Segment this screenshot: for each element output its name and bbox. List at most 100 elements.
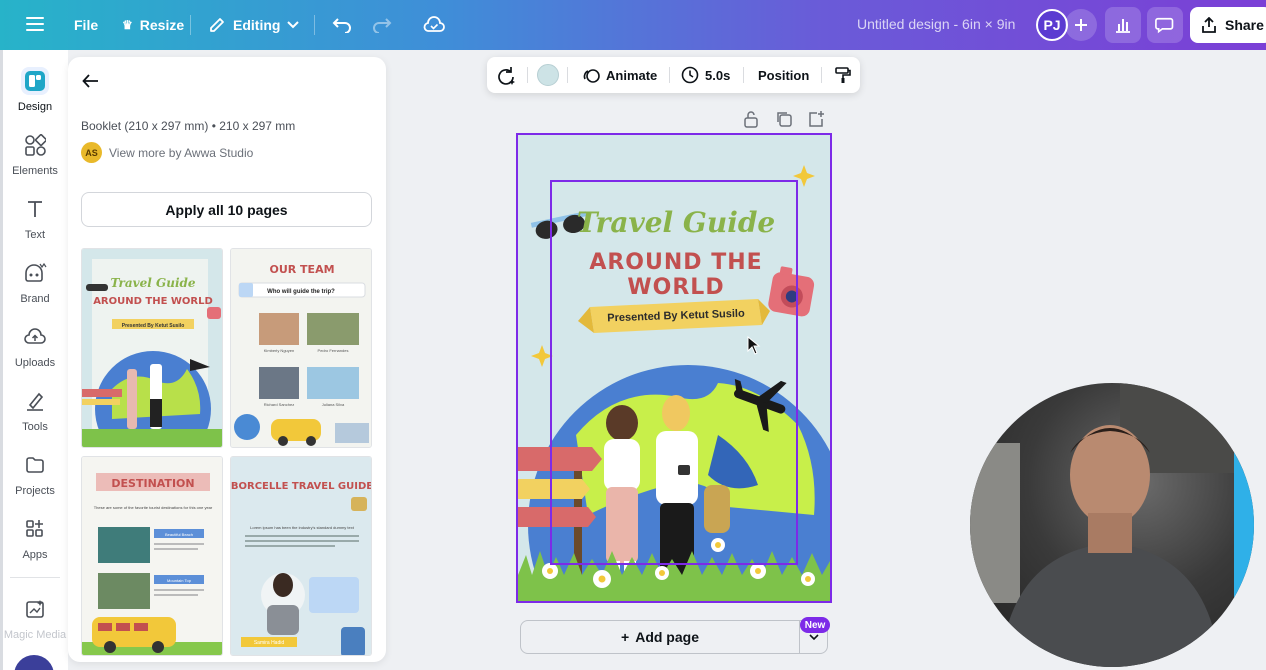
rail-label-elements: Elements <box>12 165 58 177</box>
template-detail-panel: Booklet (210 x 297 mm) • 210 x 297 mm AS… <box>68 57 386 662</box>
user-avatar[interactable]: PJ <box>1036 9 1068 41</box>
thumb-destination-intro: These are some of the favorite tourist d… <box>94 505 213 510</box>
rail-item-elements[interactable]: Elements <box>3 131 67 177</box>
design-page[interactable] <box>518 135 830 601</box>
thumb-team-name-1: Kimberly Nguyen <box>264 348 294 353</box>
page-headline-line-1: AROUND THE <box>589 250 763 275</box>
rail-item-brand[interactable]: Brand <box>3 259 67 305</box>
document-title[interactable]: Untitled design - 6in × 9in <box>857 16 1015 32</box>
page-script-title[interactable]: Travel Guide <box>518 206 834 239</box>
thumb-borcelle-title: BORCELLE TRAVEL GUIDE <box>231 481 372 492</box>
thumb-team-name-3: Richard Sanchez <box>264 402 294 407</box>
thumb-cover-subtitle: Presented By Ketut Susilo <box>122 323 185 329</box>
thumb-borcelle-caption: Lorem ipsum has been the industry's stan… <box>250 525 355 530</box>
uploads-icon <box>21 323 49 351</box>
comment-icon <box>1155 17 1174 34</box>
template-thumbnail-our-team[interactable]: OUR TEAM Who will guide the trip? Kimber… <box>230 248 372 448</box>
insights-button[interactable] <box>1105 7 1141 43</box>
thumb-borcelle-name: Samira Hadid <box>254 640 285 646</box>
magic-assistant-icon[interactable] <box>14 655 54 670</box>
lock-page-button[interactable] <box>743 110 759 133</box>
position-button[interactable]: Position <box>758 68 809 83</box>
arrow-left-icon <box>82 74 98 88</box>
apps-icon <box>21 515 49 543</box>
paint-roller-icon <box>835 67 851 83</box>
comments-button[interactable] <box>1147 7 1183 43</box>
rail-label-projects: Projects <box>15 485 55 497</box>
thumb-cover-title: Travel Guide <box>110 276 195 290</box>
left-rail: Design Elements Text Brand Uploads Tools <box>0 50 68 670</box>
redo-button[interactable] <box>372 15 392 33</box>
copy-style-button[interactable] <box>834 66 852 84</box>
rail-item-projects[interactable]: Projects <box>3 451 67 497</box>
author-link[interactable]: View more by Awwa Studio <box>109 146 253 160</box>
bar-chart-icon <box>1116 19 1130 33</box>
add-page-icon <box>809 111 824 127</box>
rail-item-text[interactable]: Text <box>3 195 67 241</box>
webcam-overlay <box>970 383 1254 667</box>
share-button[interactable]: Share <box>1190 7 1266 43</box>
duration-label: 5.0s <box>705 67 731 83</box>
mouse-cursor-icon <box>747 336 761 355</box>
text-icon <box>21 195 49 223</box>
duplicate-page-button[interactable] <box>775 110 793 133</box>
rail-label-apps: Apps <box>22 549 48 561</box>
editing-mode-dropdown[interactable]: Editing <box>208 16 300 34</box>
redo-icon <box>373 18 392 33</box>
hamburger-icon <box>26 17 44 31</box>
ai-edit-button[interactable] <box>496 66 516 86</box>
chevron-down-icon <box>809 633 819 640</box>
resize-button[interactable]: ♛ Resize <box>122 17 184 33</box>
projects-icon <box>21 451 49 479</box>
file-label: File <box>74 17 99 33</box>
back-button[interactable] <box>82 73 100 94</box>
rail-label-tools: Tools <box>22 421 48 433</box>
editing-label: Editing <box>233 17 281 33</box>
duration-button[interactable]: 5.0s <box>681 66 730 84</box>
undo-button[interactable] <box>332 15 352 33</box>
animate-label: Animate <box>606 67 658 83</box>
thumb-destination-title: DESTINATION <box>111 477 194 490</box>
cloud-save-button[interactable] <box>423 15 445 33</box>
thumb-team-title: OUR TEAM <box>269 263 334 276</box>
template-thumbnail-destination[interactable]: DESTINATION These are some of the favori… <box>81 456 223 656</box>
rail-label-uploads: Uploads <box>14 357 56 369</box>
top-bar: File ♛ Resize Editing Untitled design - … <box>0 0 1266 50</box>
page-headline[interactable]: AROUND THE WORLD <box>518 250 834 300</box>
animate-button[interactable]: Animate <box>582 66 657 84</box>
thumb-team-search: Who will guide the trip? <box>267 289 335 295</box>
new-badge: New <box>800 617 830 633</box>
apply-all-pages-button[interactable]: Apply all 10 pages <box>81 192 372 227</box>
page-headline-line-2: WORLD <box>627 275 725 300</box>
add-page-button[interactable]: + Add page <box>521 621 799 653</box>
add-collaborator-button[interactable] <box>1065 9 1097 41</box>
page-illustration <box>518 135 830 601</box>
pencil-icon <box>210 18 224 32</box>
plus-icon: + <box>621 629 630 645</box>
rail-item-tools[interactable]: Tools <box>3 387 67 433</box>
template-thumbnail-borcelle[interactable]: BORCELLE TRAVEL GUIDE Lorem ipsum has be… <box>230 456 372 656</box>
share-upload-icon <box>1202 17 1216 33</box>
clock-icon <box>681 66 699 84</box>
author-avatar: AS <box>81 142 102 163</box>
rail-item-magic-media[interactable]: Magic Media <box>3 595 67 641</box>
design-icon <box>21 67 49 95</box>
thumb-cover-headline: AROUND THE WORLD <box>93 296 213 307</box>
template-dimensions: Booklet (210 x 297 mm) • 210 x 297 mm <box>81 119 296 133</box>
rail-item-uploads[interactable]: Uploads <box>3 323 67 369</box>
file-menu[interactable]: File <box>74 17 98 33</box>
resize-label: Resize <box>139 17 185 33</box>
rail-item-design[interactable]: Design <box>3 67 67 113</box>
add-page-label: Add page <box>635 629 699 645</box>
color-swatch[interactable] <box>537 64 559 86</box>
rail-item-apps[interactable]: Apps <box>3 515 67 561</box>
template-thumbnail-cover[interactable]: Travel Guide AROUND THE WORLD Presented … <box>81 248 223 448</box>
thumb-team-name-2: Pedro Fernandes <box>318 348 349 353</box>
menu-button[interactable] <box>26 16 44 32</box>
rail-label-brand: Brand <box>20 293 50 305</box>
animate-icon <box>583 69 600 83</box>
add-page-bar: + Add page <box>520 620 828 654</box>
share-label: Share <box>1225 17 1264 33</box>
undo-icon <box>332 18 351 33</box>
add-page-quick-button[interactable] <box>807 110 825 133</box>
